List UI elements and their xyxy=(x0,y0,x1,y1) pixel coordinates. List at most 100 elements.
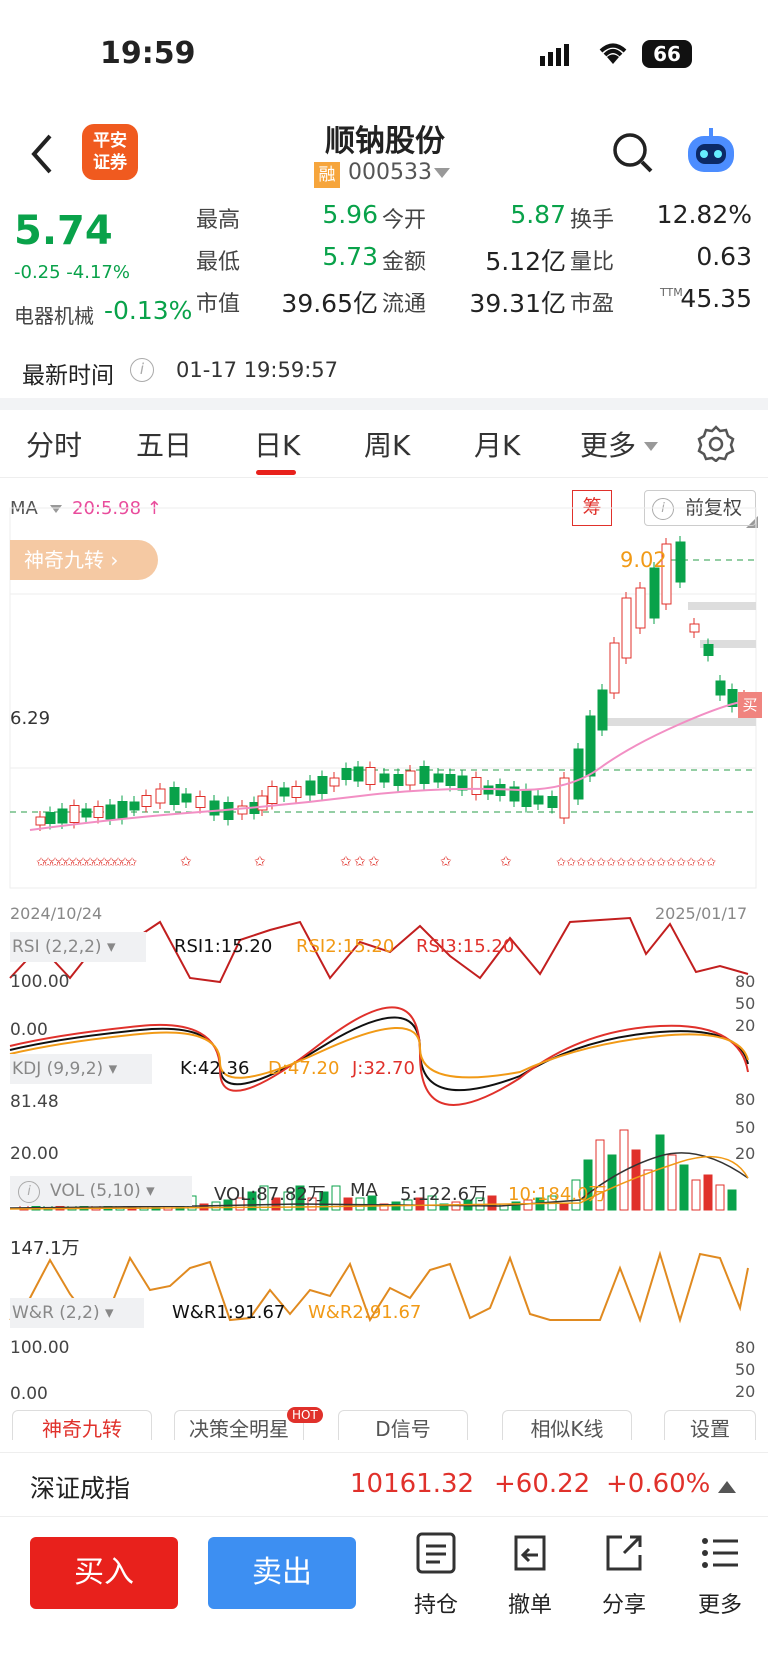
svg-text:✩: ✩ xyxy=(500,854,512,870)
stock-code: 000533 xyxy=(348,160,432,185)
rsi-selector[interactable]: RSI (2,2,2) ▾ xyxy=(10,932,146,962)
kdj-selector[interactable]: KDJ (9,9,2) ▾ xyxy=(10,1054,152,1084)
kdj-r50: 50 xyxy=(735,1118,756,1137)
wr-y-top: 100.00 xyxy=(10,1338,70,1358)
svg-text:✩: ✩ xyxy=(596,855,606,869)
vol-value: VOL:87.82万 xyxy=(214,1184,326,1205)
rsi-r20: 20 xyxy=(735,1016,756,1035)
chart-tool-button-4[interactable]: 设置 xyxy=(664,1410,756,1440)
undo-icon xyxy=(514,1535,546,1571)
kline-chart-area[interactable]: MA 20:5.98 ↑ 筹 前复权 i ✩ ✩ ✩ ✩ ✩ ✩ ✩ ✩ ✩ ✩ ✩ ✩ ✩ ✩ ✩ ✩ ✩ ✩ ✩… xyxy=(0,478,768,1440)
kdj-d: D:47.20 xyxy=(268,1058,340,1079)
search-icon[interactable] xyxy=(612,132,654,174)
price-axis-label: 6.29 xyxy=(10,708,51,729)
svg-text:✩: ✩ xyxy=(440,854,452,870)
index-change: +60.22 xyxy=(494,1469,591,1499)
more-button[interactable]: 更多 xyxy=(688,1531,752,1627)
svg-text:✩: ✩ xyxy=(576,855,586,869)
stock-header: 平安 证券 顺钠股份 融 000533 xyxy=(0,110,768,200)
stock-name: 顺钠股份 xyxy=(325,124,445,159)
chart-tool-button-2[interactable]: D信号 xyxy=(338,1410,468,1440)
chart-tool-button-0[interactable]: 神奇九转 xyxy=(12,1410,152,1440)
info-icon[interactable]: i xyxy=(130,358,154,382)
chart-tool-button-1[interactable]: 决策全明星 xyxy=(174,1410,304,1440)
stat-label: 换手 xyxy=(570,208,615,233)
wr2-value: W&R2:91.67 xyxy=(308,1302,422,1323)
sector-label: 电器机械 xyxy=(14,304,94,328)
sector-change: -0.13% xyxy=(104,296,193,325)
settings-gear-icon[interactable] xyxy=(697,424,735,462)
back-icon[interactable] xyxy=(30,134,54,174)
rsi2-value: RSI2:15.20 xyxy=(296,936,395,957)
more-label: 更多 xyxy=(697,1593,742,1618)
battery-indicator: 66 xyxy=(642,40,692,68)
cancel-order-button[interactable]: 撤单 xyxy=(498,1531,562,1627)
document-icon xyxy=(416,1532,456,1574)
tab-0[interactable]: 分时 xyxy=(26,424,82,464)
svg-text:✩: ✩ xyxy=(666,855,676,869)
positions-label: 持仓 xyxy=(413,1593,458,1618)
ttm-label: TTM xyxy=(660,286,683,299)
chevron-down-icon[interactable] xyxy=(434,168,450,180)
positions-button[interactable]: 持仓 xyxy=(404,1531,468,1627)
chevron-down-icon xyxy=(644,442,658,451)
wr-r80: 80 xyxy=(735,1338,756,1357)
buy-button[interactable]: 买入 xyxy=(30,1537,178,1609)
stat-label: 市值 xyxy=(196,292,241,317)
stat-value: 0.63 xyxy=(696,242,752,271)
share-icon xyxy=(606,1535,642,1571)
svg-text:✩: ✩ xyxy=(354,854,366,870)
stat-label: 市盈 xyxy=(570,292,615,317)
menu-list-icon xyxy=(702,1538,738,1568)
tab-2[interactable]: 日K xyxy=(254,424,300,464)
date-start: 2024/10/24 xyxy=(10,904,103,923)
svg-text:✩: ✩ xyxy=(676,855,686,869)
index-pct: +0.60% xyxy=(606,1469,711,1499)
share-label: 分享 xyxy=(601,1593,646,1618)
index-bar[interactable]: 深证成指 10161.32 +60.22 +0.60% xyxy=(0,1452,768,1516)
wifi-icon xyxy=(599,43,627,64)
trade-bar: 买入 卖出 持仓 撤单 分享 更多 xyxy=(0,1516,768,1663)
share-button[interactable]: 分享 xyxy=(592,1531,656,1627)
rsi-y-top: 100.00 xyxy=(10,972,70,992)
vol-ma5: 5:122.6万 xyxy=(400,1184,488,1205)
kdj-y-bottom: 20.00 xyxy=(10,1144,59,1164)
active-tab-indicator xyxy=(256,470,296,475)
magic-nine-tag[interactable]: 神奇九转 › xyxy=(10,540,158,580)
signal-icon xyxy=(540,44,569,66)
svg-text:✩: ✩ xyxy=(706,855,716,869)
status-time: 19:59 xyxy=(100,36,196,71)
tab-4[interactable]: 月K xyxy=(474,424,520,464)
rsi3-value: RSI3:15.20 xyxy=(416,936,515,957)
period-tabs: 分时 五日 日K 周K 月K 更多 xyxy=(0,410,768,478)
expand-up-icon[interactable] xyxy=(718,1479,736,1493)
chart-tool-button-3[interactable]: 相似K线 xyxy=(502,1410,632,1440)
stat-label: 最高 xyxy=(196,208,241,233)
app-logo: 平安 证券 xyxy=(82,124,138,180)
svg-text:✩: ✩ xyxy=(636,855,646,869)
svg-text:✩: ✩ xyxy=(556,855,566,869)
tab-5[interactable]: 更多 xyxy=(580,424,636,464)
tab-1[interactable]: 五日 xyxy=(136,424,192,464)
hot-badge: HOT xyxy=(287,1407,323,1423)
kdj-k: K:42.36 xyxy=(180,1058,250,1079)
margin-badge: 融 xyxy=(314,162,340,188)
vol-ma-label: MA xyxy=(350,1180,378,1201)
svg-text:✩: ✩ xyxy=(368,854,380,870)
svg-text:✩: ✩ xyxy=(180,854,192,870)
stat-value: 5.12亿 xyxy=(485,247,566,276)
price-change: -0.25 -4.17% xyxy=(14,262,130,283)
wr-selector[interactable]: W&R (2,2) ▾ xyxy=(10,1298,144,1328)
stat-value: 5.87 xyxy=(510,200,566,229)
kdj-r20: 20 xyxy=(735,1144,756,1163)
svg-text:✩: ✩ xyxy=(127,855,137,869)
tab-3[interactable]: 周K xyxy=(364,424,410,464)
vol-ma10: 10:184.0万 xyxy=(508,1184,607,1205)
status-bar: 19:59 66 xyxy=(0,0,768,110)
stat-value: 5.73 xyxy=(322,242,378,271)
robot-assistant-icon[interactable] xyxy=(684,128,738,178)
svg-text:✩: ✩ xyxy=(566,855,576,869)
current-price: 5.74 xyxy=(14,208,113,254)
sell-button[interactable]: 卖出 xyxy=(208,1537,356,1609)
index-name: 深证成指 xyxy=(30,1474,131,1503)
